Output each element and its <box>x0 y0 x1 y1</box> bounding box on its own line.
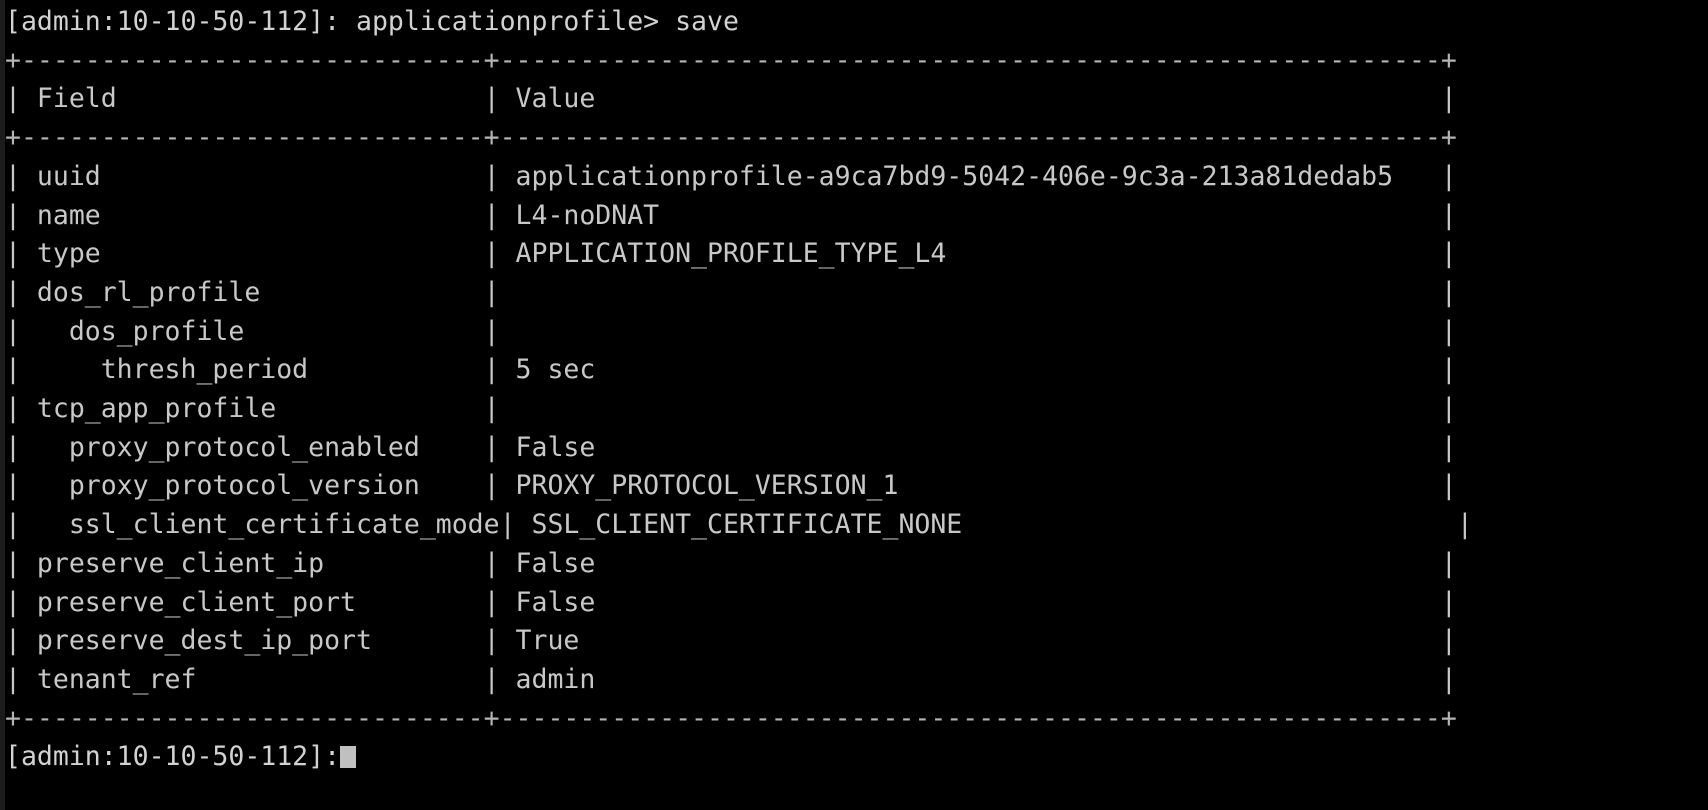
table-row: | proxy_protocol_enabled | False | <box>5 431 1457 463</box>
table-row: | tcp_app_profile | | <box>5 393 1457 425</box>
table-row: | proxy_protocol_version | PROXY_PROTOCO… <box>5 470 1457 502</box>
table-row: | thresh_period | 5 sec | <box>5 354 1457 386</box>
table-top-border: +-----------------------------+---------… <box>5 44 1457 76</box>
table-row: | tenant_ref | admin | <box>5 663 1457 695</box>
table-row: | dos_rl_profile | | <box>5 276 1457 308</box>
table-body: | uuid | applicationprofile-a9ca7bd9-504… <box>5 158 1708 700</box>
table-row: | preserve_client_port | False | <box>5 586 1457 618</box>
table-header-row: | Field | Value | <box>5 83 1457 115</box>
bottom-prompt-text: [admin:10-10-50-112]: <box>5 741 341 773</box>
table-header-separator: +-----------------------------+---------… <box>5 122 1457 154</box>
command-prompt-line: [admin:10-10-50-112]: applicationprofile… <box>5 6 739 37</box>
terminal-window[interactable]: [admin:10-10-50-112]: applicationprofile… <box>0 0 1708 810</box>
table-row: | type | APPLICATION_PROFILE_TYPE_L4 | <box>5 238 1457 270</box>
table-row: | dos_profile | | <box>5 315 1457 347</box>
text-cursor <box>340 746 357 769</box>
terminal-screen[interactable]: [admin:10-10-50-112]: applicationprofile… <box>5 0 1708 810</box>
table-row: | uuid | applicationprofile-a9ca7bd9-504… <box>5 160 1457 192</box>
table-row: | preserve_client_ip | False | <box>5 547 1457 579</box>
bottom-prompt-line: [admin:10-10-50-112]: <box>5 738 1708 777</box>
table-row: | ssl_client_certificate_mode| SSL_CLIEN… <box>5 509 1473 541</box>
table-bottom-border: +-----------------------------+---------… <box>5 702 1457 734</box>
table-row: | preserve_dest_ip_port | True | <box>5 625 1457 657</box>
table-row: | name | L4-noDNAT | <box>5 199 1457 231</box>
